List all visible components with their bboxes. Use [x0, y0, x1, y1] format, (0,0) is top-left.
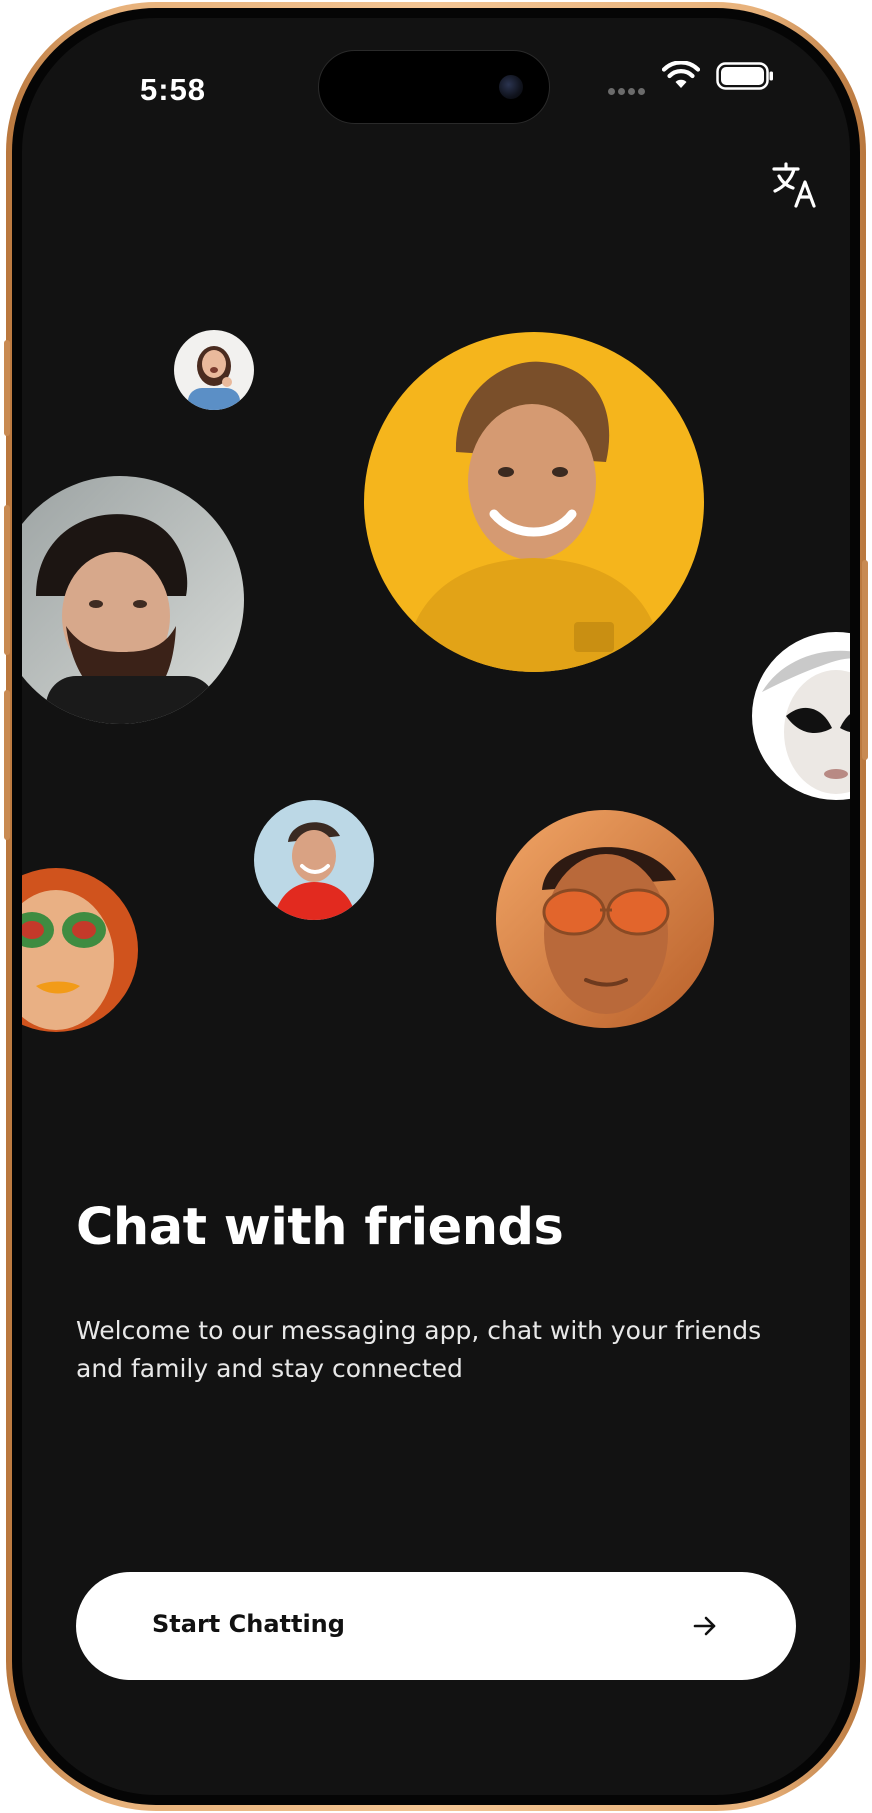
status-time: 5:58: [140, 72, 207, 107]
page-subtitle: Welcome to our messaging app, chat with …: [76, 1316, 762, 1383]
app-screen: 5:58 Chat with friends Welcome to our me…: [22, 18, 850, 1795]
front-camera: [499, 75, 523, 99]
avatar-man-aviators: [496, 810, 714, 1028]
avatar-woman-sunglasses: [22, 868, 138, 1032]
translate-icon[interactable]: [770, 160, 822, 212]
cellular-signal-icon: [608, 80, 648, 95]
volume-up-button: [4, 505, 10, 655]
start-chatting-button[interactable]: Start Chatting: [76, 1572, 796, 1680]
dynamic-island: [318, 50, 550, 124]
power-button: [862, 560, 868, 760]
action-button: [4, 340, 10, 436]
page-title: Chat with friends: [76, 1198, 564, 1257]
avatar-laughing-man: [254, 800, 374, 920]
volume-down-button: [4, 690, 10, 840]
wifi-icon: [662, 61, 700, 88]
avatar-bearded-man: [22, 476, 244, 724]
start-chatting-label: Start Chatting: [152, 1610, 345, 1638]
avatar-man-yellow: [364, 332, 704, 672]
avatar-masked-woman: [752, 632, 850, 800]
avatar-small-woman: [174, 330, 254, 410]
battery-icon: [716, 62, 773, 90]
arrow-right-icon: [693, 1616, 716, 1636]
